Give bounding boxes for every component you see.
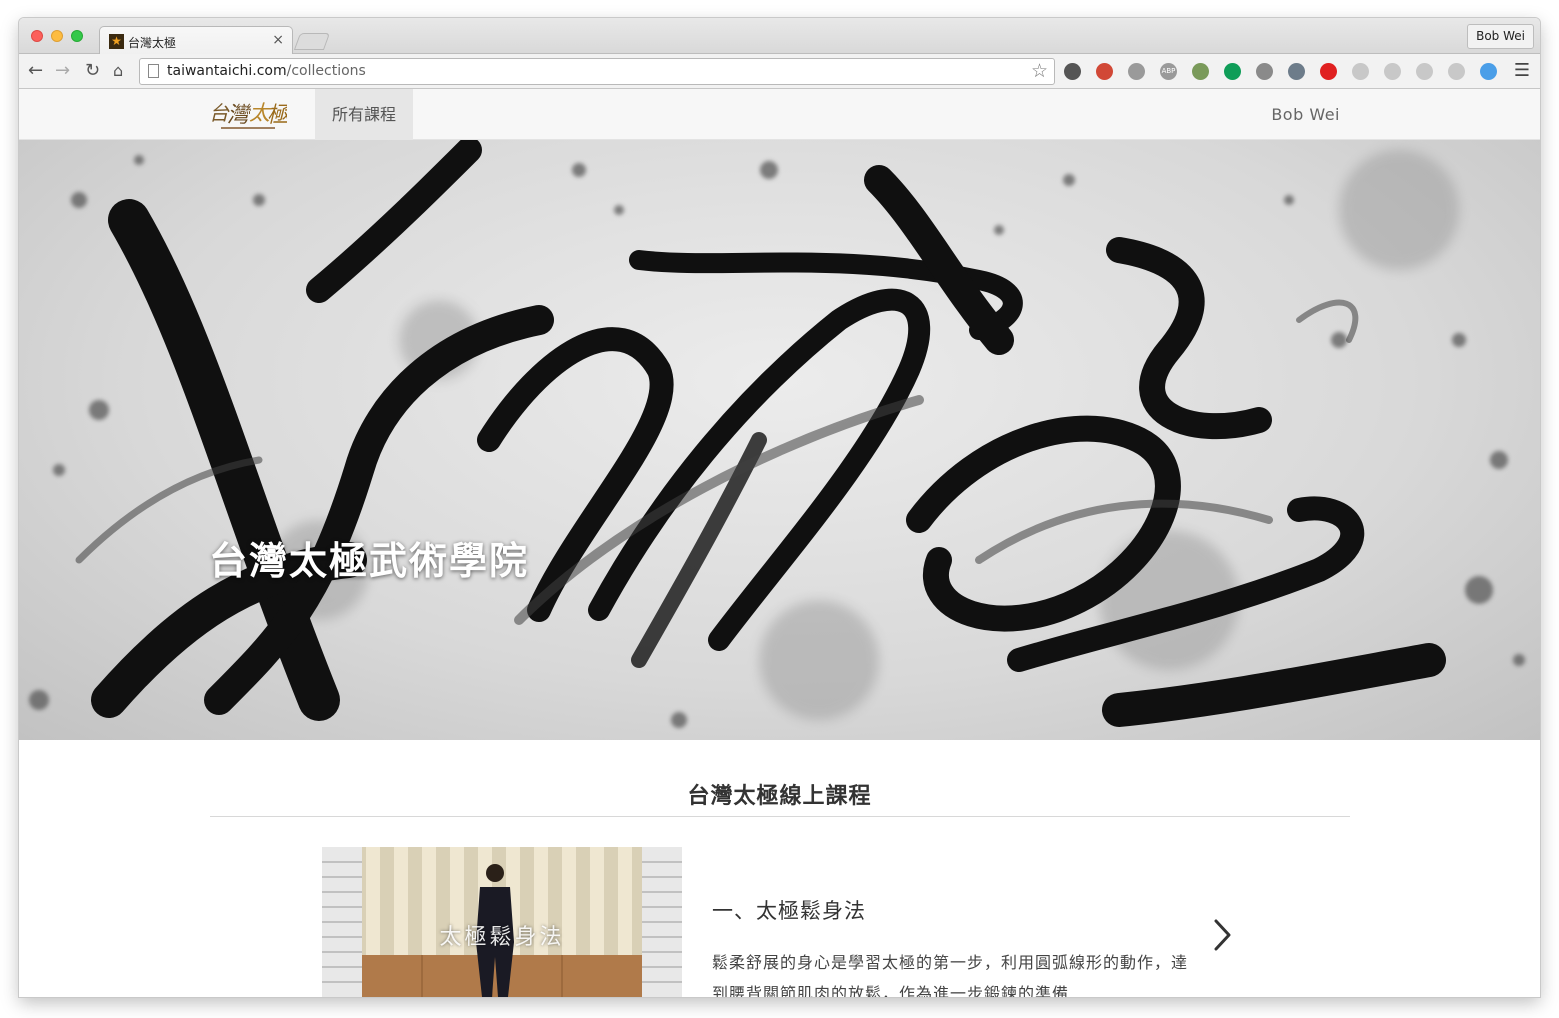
home-icon[interactable]: ⌂ bbox=[113, 59, 123, 83]
course-thumbnail[interactable]: 太極鬆身法 bbox=[322, 847, 682, 997]
site-favicon-icon: ★ bbox=[109, 34, 124, 49]
browser-toolbar: ← → ↻ ⌂ taiwantaichi.com/collections ☆ A… bbox=[19, 54, 1540, 89]
nav-user-name[interactable]: Bob Wei bbox=[1271, 89, 1340, 140]
tab-title: 台灣太極 bbox=[128, 36, 177, 50]
section-title: 台灣太極線上課程 bbox=[687, 784, 872, 809]
zoom-window-button[interactable] bbox=[71, 30, 83, 42]
m-icon[interactable] bbox=[1416, 63, 1433, 80]
url-path: /collections bbox=[286, 63, 366, 79]
ink-calligraphy-image bbox=[29, 140, 1525, 728]
section-divider bbox=[210, 816, 1350, 817]
gmail-icon[interactable] bbox=[1096, 63, 1113, 80]
url-host: taiwantaichi.com bbox=[167, 63, 287, 79]
tab-close-icon[interactable]: × bbox=[272, 32, 284, 48]
hangouts-icon[interactable] bbox=[1224, 63, 1241, 80]
new-tab-button[interactable] bbox=[293, 33, 331, 50]
refresh-icon[interactable] bbox=[1352, 63, 1369, 80]
link-icon[interactable] bbox=[1480, 63, 1497, 80]
profile-button[interactable]: Bob Wei bbox=[1467, 24, 1534, 49]
hero-banner: 台灣太極武術學院 bbox=[19, 140, 1540, 740]
sync-icon[interactable] bbox=[1064, 63, 1081, 80]
bookmark-star-icon[interactable]: ☆ bbox=[1031, 60, 1048, 82]
reload-icon[interactable]: ↻ bbox=[85, 59, 100, 83]
tab-strip: ★ 台灣太極 × Bob Wei bbox=[19, 18, 1540, 55]
minimize-window-button[interactable] bbox=[51, 30, 63, 42]
react-icon[interactable] bbox=[1384, 63, 1401, 80]
address-bar[interactable]: taiwantaichi.com/collections ☆ bbox=[139, 58, 1055, 85]
nav-all-courses[interactable]: 所有課程 bbox=[315, 89, 413, 140]
menu-icon[interactable]: ☰ bbox=[1514, 60, 1530, 81]
course-title[interactable]: 一、太極鬆身法 bbox=[712, 895, 866, 925]
forward-icon[interactable]: → bbox=[55, 59, 70, 83]
site-logo[interactable]: 台 灣 太 極 bbox=[207, 98, 287, 132]
url-text[interactable]: taiwantaichi.com/collections bbox=[167, 63, 366, 79]
pin-icon[interactable] bbox=[1320, 63, 1337, 80]
hero-title: 台灣太極武術學院 bbox=[209, 539, 530, 583]
chevron-right-icon[interactable] bbox=[1212, 917, 1234, 953]
svg-text:極: 極 bbox=[267, 103, 287, 128]
back-icon[interactable]: ← bbox=[28, 59, 43, 83]
page-viewport: 台 灣 太 極 所有課程 Bob Wei 台灣太極武術學院 台灣太極線上課程 太… bbox=[19, 89, 1540, 997]
browser-window: ★ 台灣太極 × Bob Wei ← → ↻ ⌂ taiwantaichi.co… bbox=[19, 18, 1540, 997]
page-icon bbox=[148, 64, 159, 78]
course-thumbnail-caption: 太極鬆身法 bbox=[439, 925, 565, 950]
course-card[interactable]: 太極鬆身法 一、太極鬆身法 鬆柔舒展的身心是學習太極的第一步，利用圓弧線形的動作… bbox=[322, 847, 1252, 997]
site-navbar: 台 灣 太 極 所有課程 Bob Wei bbox=[19, 89, 1540, 140]
check-icon[interactable] bbox=[1128, 63, 1145, 80]
abp-icon[interactable]: ABP bbox=[1160, 63, 1177, 80]
browser-tab[interactable]: ★ 台灣太極 × bbox=[99, 26, 293, 55]
close-window-button[interactable] bbox=[31, 30, 43, 42]
course-description: 鬆柔舒展的身心是學習太極的第一步，利用圓弧線形的動作，達到腰背關節肌肉的放鬆，作… bbox=[712, 953, 1189, 997]
note-icon[interactable] bbox=[1448, 63, 1465, 80]
download-icon[interactable] bbox=[1288, 63, 1305, 80]
evernote-icon[interactable] bbox=[1192, 63, 1209, 80]
ghostery-icon[interactable] bbox=[1256, 63, 1273, 80]
